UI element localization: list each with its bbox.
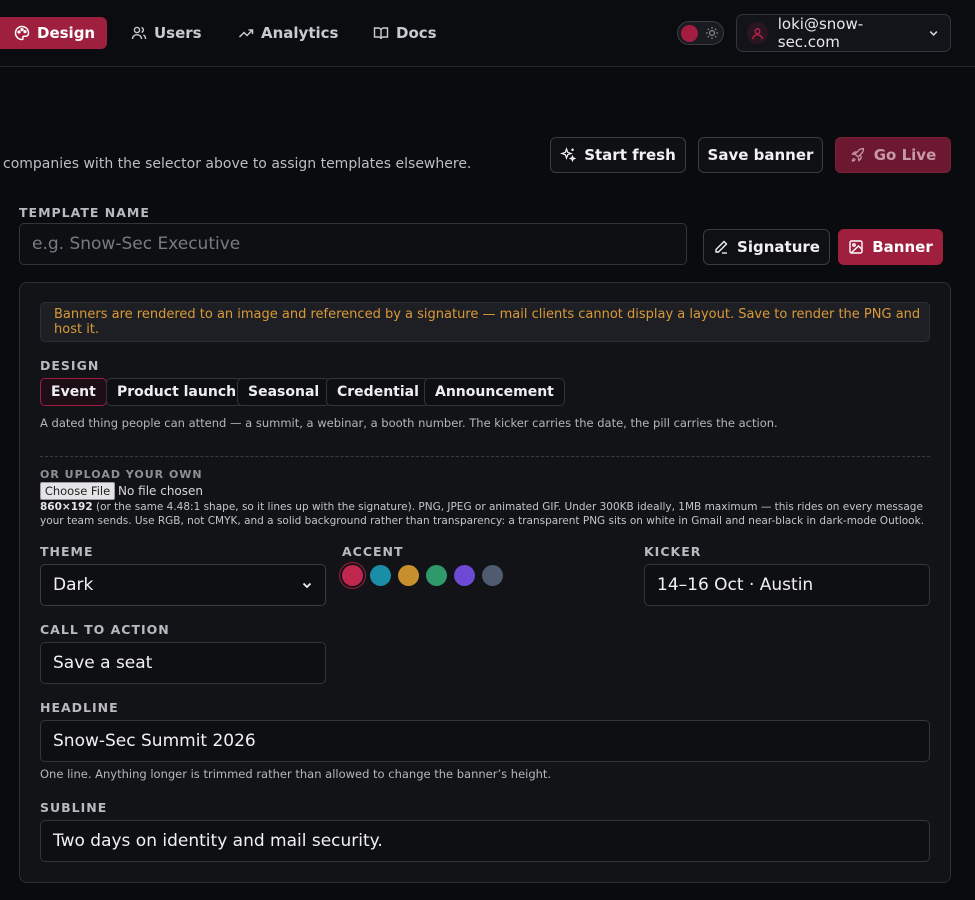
accent-label: ACCENT <box>342 544 404 559</box>
headline-help: One line. Anything longer is trimmed rat… <box>40 767 552 781</box>
pen-icon <box>715 240 728 254</box>
banner-tab[interactable]: Banner <box>838 229 943 265</box>
button-label: Save banner <box>707 146 814 164</box>
nav-item-analytics[interactable]: Analytics <box>230 17 346 49</box>
design-option-product-launch[interactable]: Product launch <box>106 378 248 406</box>
accent-swatch[interactable] <box>342 565 363 586</box>
user-icon <box>752 27 763 39</box>
image-icon <box>849 240 863 254</box>
trending-up-icon <box>238 29 254 38</box>
template-name-label: TEMPLATE NAME <box>19 205 150 220</box>
upload-help: 860×192 (or the same 4.48:1 shape, so it… <box>40 500 930 528</box>
sun-icon <box>706 27 718 39</box>
design-option-credential[interactable]: Credential <box>326 378 430 406</box>
subline-label: SUBLINE <box>40 800 108 815</box>
headline-label: HEADLINE <box>40 700 119 715</box>
theme-select[interactable]: Dark <box>40 564 326 606</box>
button-label: Go Live <box>873 146 937 164</box>
theme-label: THEME <box>40 544 94 559</box>
cta-label: CALL TO ACTION <box>40 622 170 637</box>
design-option-event[interactable]: Event <box>40 378 107 406</box>
file-status: No file chosen <box>118 484 204 498</box>
accent-swatch[interactable] <box>426 565 447 586</box>
render-notice: Banners are rendered to an image and ref… <box>40 302 930 342</box>
nav-label: Docs <box>396 24 437 42</box>
nav-label: Design <box>37 24 96 42</box>
nav-item-docs[interactable]: Docs <box>365 17 445 49</box>
accent-swatch[interactable] <box>454 565 475 586</box>
theme-toggle[interactable] <box>677 21 724 45</box>
kicker-input[interactable]: 14–16 Oct · Austin <box>644 564 930 606</box>
account-email: loki@snow-sec.com <box>777 15 864 51</box>
start-fresh-button[interactable]: Start fresh <box>550 137 686 173</box>
company-hint: companies with the selector above to ass… <box>3 156 472 172</box>
chevron-down-icon <box>929 31 938 36</box>
chevron-down-icon <box>302 582 312 589</box>
subline-input[interactable]: Two days on identity and mail security. <box>40 820 930 862</box>
button-label: Start fresh <box>584 146 676 164</box>
save-banner-button[interactable]: Save banner <box>698 137 823 173</box>
design-option-announcement[interactable]: Announcement <box>424 378 565 406</box>
upload-size: 860×192 <box>40 501 93 513</box>
upload-help-text: (or the same 4.48:1 shape, so it lines u… <box>40 501 925 527</box>
design-option-seasonal[interactable]: Seasonal <box>237 378 331 406</box>
accent-swatch[interactable] <box>482 565 503 586</box>
nav-item-design[interactable]: Design <box>0 17 107 49</box>
accent-swatch[interactable] <box>398 565 419 586</box>
kicker-label: KICKER <box>644 544 702 559</box>
top-nav: Design Users Analytics Docs loki@snow-se… <box>0 0 975 67</box>
avatar <box>747 22 768 44</box>
choose-file-button[interactable]: Choose File <box>40 482 115 500</box>
upload-label: OR UPLOAD YOUR OWN <box>40 468 203 481</box>
button-label: Signature <box>737 238 820 256</box>
section-divider <box>40 456 930 457</box>
headline-input[interactable]: Snow-Sec Summit 2026 <box>40 720 930 762</box>
button-label: Banner <box>872 238 933 256</box>
palette-icon <box>14 25 30 41</box>
sparkles-icon <box>560 147 577 163</box>
nav-label: Analytics <box>261 24 339 42</box>
nav-label: Users <box>154 24 202 42</box>
accent-swatch[interactable] <box>370 565 391 586</box>
design-description: A dated thing people can attend — a summ… <box>40 416 778 430</box>
nav-item-users[interactable]: Users <box>123 17 210 49</box>
theme-value: Dark <box>53 575 94 595</box>
rocket-icon <box>850 147 864 162</box>
account-menu[interactable]: loki@snow-sec.com <box>736 14 951 52</box>
signature-tab[interactable]: Signature <box>703 229 830 265</box>
toggle-knob <box>681 25 698 42</box>
template-name-input[interactable]: e.g. Snow-Sec Executive <box>19 223 687 265</box>
design-label: DESIGN <box>40 358 100 373</box>
book-icon <box>373 27 389 40</box>
go-live-button[interactable]: Go Live <box>835 137 951 173</box>
cta-input[interactable]: Save a seat <box>40 642 326 684</box>
users-icon <box>131 26 147 40</box>
